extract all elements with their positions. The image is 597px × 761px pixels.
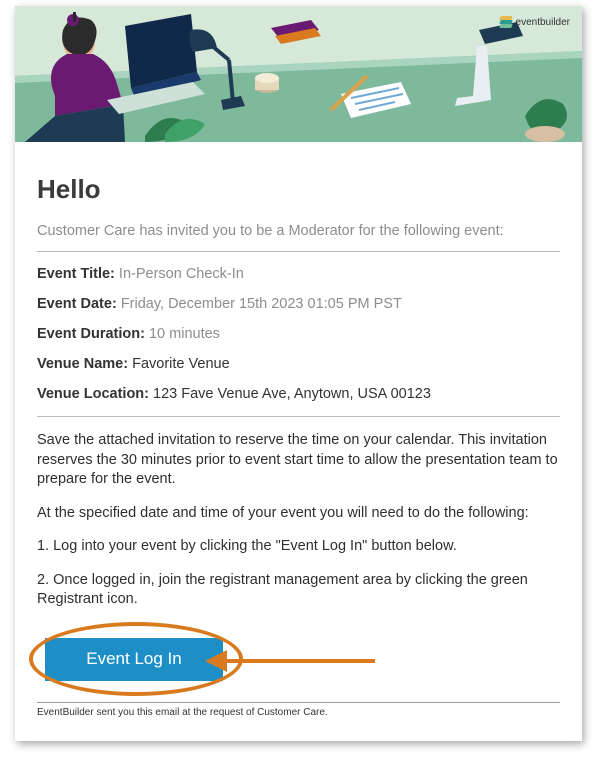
- detail-label: Venue Name:: [37, 356, 128, 372]
- brand-badge: eventbuilder: [500, 16, 570, 28]
- detail-event-title: Event Title: In-Person Check-In: [37, 266, 560, 282]
- intro-text: Customer Care has invited you to be a Mo…: [37, 223, 560, 239]
- eventbuilder-logo-icon: [500, 16, 512, 28]
- annotation-arrow-icon: [205, 654, 379, 668]
- footer-text: EventBuilder sent you this email at the …: [37, 707, 560, 718]
- detail-event-date: Event Date: Friday, December 15th 2023 0…: [37, 296, 560, 312]
- detail-value: In-Person Check-In: [119, 266, 244, 282]
- detail-value: 123 Fave Venue Ave, Anytown, USA 00123: [153, 386, 431, 402]
- detail-value: Favorite Venue: [132, 356, 230, 372]
- greeting-heading: Hello: [37, 174, 560, 205]
- detail-label: Venue Location:: [37, 386, 149, 402]
- detail-label: Event Duration:: [37, 326, 145, 342]
- detail-value: 10 minutes: [149, 326, 220, 342]
- divider-footer: [37, 702, 560, 703]
- detail-venue-location: Venue Location: 123 Fave Venue Ave, Anyt…: [37, 386, 560, 402]
- detail-event-duration: Event Duration: 10 minutes: [37, 326, 560, 342]
- brand-name: eventbuilder: [516, 17, 570, 28]
- event-log-in-button[interactable]: Event Log In: [45, 638, 223, 681]
- detail-label: Event Date:: [37, 296, 117, 312]
- body-step-1: 1. Log into your event by clicking the "…: [37, 537, 560, 557]
- detail-label: Event Title:: [37, 266, 115, 282]
- email-card: eventbuilder Hello Customer Care has inv…: [15, 6, 582, 741]
- detail-value: Friday, December 15th 2023 01:05 PM PST: [121, 296, 402, 312]
- desk-scene-illustration: [15, 6, 582, 142]
- divider-top: [37, 251, 560, 252]
- divider-bottom: [37, 416, 560, 417]
- cta-area: Event Log In: [37, 624, 560, 698]
- body-step-2: 2. Once logged in, join the registrant m…: [37, 571, 560, 610]
- body-paragraph-2: At the specified date and time of your e…: [37, 504, 560, 524]
- detail-venue-name: Venue Name: Favorite Venue: [37, 356, 560, 372]
- body-paragraph-1: Save the attached invitation to reserve …: [37, 431, 560, 490]
- banner-illustration: eventbuilder: [15, 6, 582, 142]
- email-content: Hello Customer Care has invited you to b…: [15, 142, 582, 728]
